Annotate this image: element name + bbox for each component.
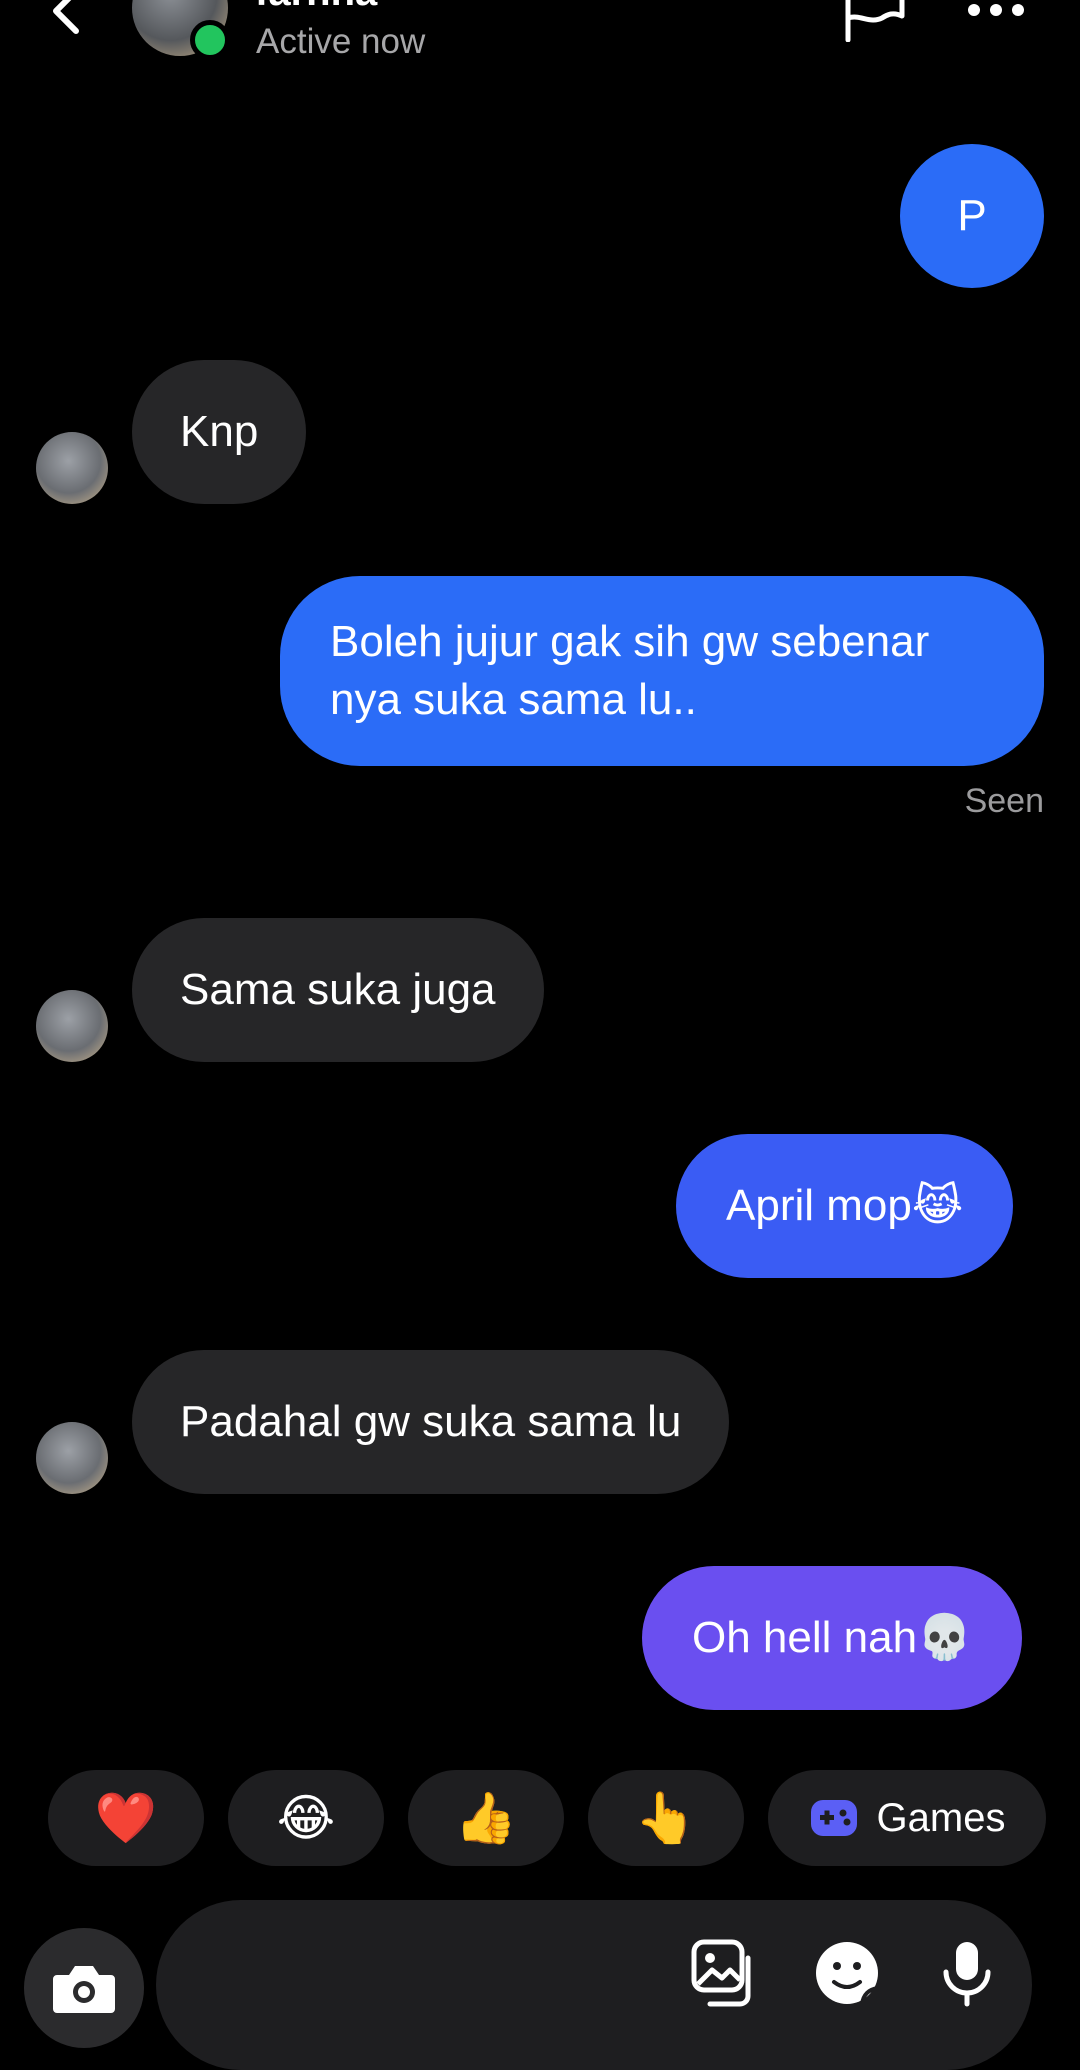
message-outgoing[interactable]: Oh hell nah💀: [642, 1566, 1022, 1710]
games-button[interactable]: Games: [768, 1770, 1046, 1866]
message-text: Oh hell nah💀: [692, 1613, 972, 1662]
message-text: P: [957, 191, 987, 240]
reaction-emoji: 👆: [634, 1789, 698, 1846]
quick-reaction-laugh[interactable]: 😂: [228, 1770, 384, 1866]
contact-name[interactable]: farhha: [255, 0, 377, 15]
message-text: April mop😹: [726, 1181, 964, 1230]
gallery-icon[interactable]: [690, 1938, 760, 2008]
reaction-emoji: 😂: [276, 1790, 336, 1846]
quick-reaction-point-up[interactable]: 👆: [588, 1770, 744, 1866]
sticker-icon[interactable]: [812, 1938, 882, 2008]
contact-avatar-small[interactable]: [36, 990, 108, 1062]
message-text-line: nya suka sama lu..: [330, 675, 697, 724]
message-text: Knp: [180, 407, 259, 456]
message-text-line: Boleh jujur gak sih gw sebenar: [330, 617, 930, 666]
message-incoming[interactable]: Sama suka juga: [132, 918, 544, 1062]
message-outgoing[interactable]: Boleh jujur gak sih gw sebenar nya suka …: [280, 576, 1044, 766]
contact-avatar-small[interactable]: [36, 1422, 108, 1494]
message-incoming[interactable]: Padahal gw suka sama lu: [132, 1350, 730, 1494]
message-text: Padahal gw suka sama lu: [180, 1397, 682, 1446]
flag-icon[interactable]: [842, 0, 906, 42]
quick-reaction-thumbs-up[interactable]: 👍: [408, 1770, 564, 1866]
message-text: Sama suka juga: [180, 965, 496, 1014]
back-arrow-icon[interactable]: [46, 0, 86, 36]
games-label: Games: [876, 1795, 1006, 1840]
seen-receipt: Seen: [964, 782, 1044, 820]
message-input[interactable]: [156, 1900, 1032, 2070]
camera-icon: [53, 1966, 115, 2013]
online-indicator: [190, 20, 230, 60]
microphone-icon[interactable]: [932, 1938, 1002, 2008]
active-status: Active now: [256, 22, 426, 61]
reaction-emoji: 👍: [454, 1789, 518, 1846]
message-outgoing[interactable]: April mop😹: [676, 1134, 1014, 1278]
message-outgoing[interactable]: P: [900, 144, 1044, 288]
more-icon[interactable]: [966, 0, 1026, 20]
reaction-emoji: ❤️: [94, 1789, 158, 1846]
message-incoming[interactable]: Knp: [132, 360, 307, 504]
camera-button[interactable]: [24, 1928, 144, 2048]
chat-header: farhha Active now: [0, 0, 1080, 80]
quick-reaction-heart[interactable]: ❤️: [48, 1770, 204, 1866]
gamepad-icon: [810, 1800, 857, 1836]
contact-avatar-small[interactable]: [36, 432, 108, 504]
